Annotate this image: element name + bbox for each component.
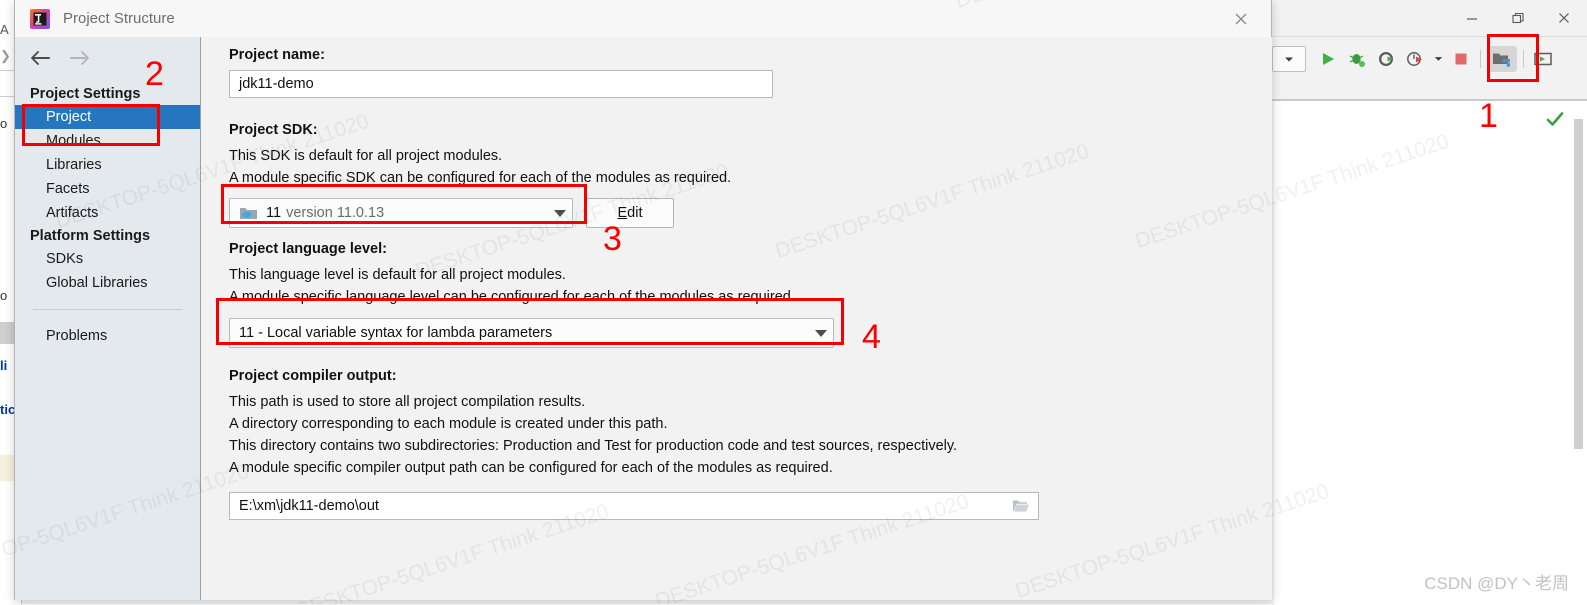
annotation-number-4: 4 (862, 318, 881, 356)
language-level-value: 11 - Local variable syntax for lambda pa… (239, 325, 553, 342)
csdn-credit-watermark: CSDN @DY丶老周 (1424, 574, 1569, 593)
run-play-icon[interactable] (1315, 46, 1341, 72)
dialog-content-panel: Project name: jdk11-demo Project SDK: Th… (201, 37, 1272, 600)
chevron-down-icon[interactable] (1431, 46, 1445, 72)
ok-check-icon[interactable] (1545, 109, 1565, 129)
sidebar-item-modules[interactable]: Modules (15, 129, 200, 153)
annotation-number-1: 1 (1479, 97, 1498, 135)
sidebar-item-artifacts[interactable]: Artifacts (15, 201, 200, 225)
compiler-output-desc-line1: This path is used to store all project c… (229, 394, 586, 411)
arrow-left-icon[interactable] (29, 49, 51, 67)
project-sdk-label: Project SDK: (229, 122, 318, 138)
edit-sdk-button[interactable]: Edit (586, 198, 674, 229)
run-configurations-dropdown[interactable] (1272, 45, 1306, 72)
sidebar-group-platform-settings: Platform Settings (30, 228, 151, 244)
annotation-number-3: 3 (603, 220, 622, 258)
folder-browse-icon[interactable] (1012, 498, 1030, 514)
ide-toolbar-underline (1272, 80, 1587, 100)
dialog-titlebar: Project Structure (15, 0, 1271, 37)
language-level-combo[interactable]: 11 - Local variable syntax for lambda pa… (229, 318, 834, 349)
compiler-output-label: Project compiler output: (229, 368, 397, 385)
compiler-output-desc-line2: A directory corresponding to each module… (229, 416, 668, 433)
language-level-label: Project language level: (229, 241, 387, 258)
compiler-output-desc-line4: A module specific compiler output path c… (229, 460, 833, 477)
sidebar-divider (33, 309, 182, 310)
intellij-idea-logo-icon (29, 8, 51, 30)
sidebar-group-project-settings: Project Settings (30, 86, 141, 102)
sidebar-item-list: Project Settings Project Modules Librari… (15, 83, 200, 348)
debug-bug-icon[interactable] (1344, 46, 1370, 72)
chevron-down-icon[interactable] (554, 209, 566, 217)
project-sdk-desc-line2: A module specific SDK can be configured … (229, 170, 732, 187)
language-level-desc-line1: This language level is default for all p… (229, 267, 566, 284)
project-sdk-version: version 11.0.13 (286, 205, 385, 222)
compiler-output-path-value: E:\xm\jdk11-demo\out (239, 498, 379, 515)
dialog-sidebar: Project Settings Project Modules Librari… (15, 37, 201, 600)
restore-button[interactable] (1495, 0, 1541, 36)
ide-toolbar (1272, 36, 1587, 80)
sidebar-item-facets[interactable]: Facets (15, 177, 200, 201)
toolbar-separator-2 (1523, 49, 1524, 68)
stop-square-icon[interactable] (1448, 46, 1474, 72)
project-name-label: Project name: (229, 47, 325, 63)
edit-button-label: dit (627, 205, 643, 222)
minimize-button[interactable] (1449, 0, 1495, 36)
arrow-right-icon[interactable] (69, 49, 91, 67)
coverage-icon[interactable] (1373, 46, 1399, 72)
ide-close-button[interactable] (1541, 0, 1587, 36)
edit-button-mnemonic: E (617, 205, 628, 222)
project-sdk-desc-line1: This SDK is default for all project modu… (229, 148, 503, 164)
sidebar-item-problems[interactable]: Problems (15, 324, 200, 348)
jdk-folder-icon (239, 205, 258, 222)
terminal-window-icon[interactable] (1530, 46, 1556, 72)
dialog-title: Project Structure (63, 10, 175, 27)
compiler-output-desc-line3: This directory contains two subdirectori… (229, 438, 958, 455)
chevron-down-icon[interactable] (815, 329, 827, 337)
profiler-icon[interactable] (1402, 46, 1428, 72)
navigation-arrows (15, 37, 200, 67)
ide-window-caption-bar (1272, 0, 1587, 36)
project-sdk-number: 11 (266, 205, 282, 222)
sidebar-item-global-libraries[interactable]: Global Libraries (15, 271, 200, 295)
project-sdk-combo[interactable]: 11 version 11.0.13 (229, 198, 573, 229)
editor-gutter (1272, 101, 1274, 605)
editor-scrollbar[interactable] (1574, 119, 1583, 449)
sidebar-item-project[interactable]: Project (15, 105, 200, 129)
project-structure-dialog: Project Structure Project Settings Proje… (14, 0, 1272, 600)
project-name-input[interactable]: jdk11-demo (229, 70, 773, 98)
sidebar-item-libraries[interactable]: Libraries (15, 153, 200, 177)
dialog-close-button[interactable] (1229, 7, 1253, 31)
language-level-desc-line2: A module specific language level can be … (229, 289, 795, 306)
editor-area[interactable] (1272, 100, 1587, 605)
toolbar-separator (1480, 49, 1481, 68)
compiler-output-path-input[interactable]: E:\xm\jdk11-demo\out (229, 492, 1039, 521)
sidebar-item-sdks[interactable]: SDKs (15, 247, 200, 271)
annotation-number-2: 2 (145, 55, 164, 93)
project-structure-icon[interactable] (1487, 45, 1517, 72)
